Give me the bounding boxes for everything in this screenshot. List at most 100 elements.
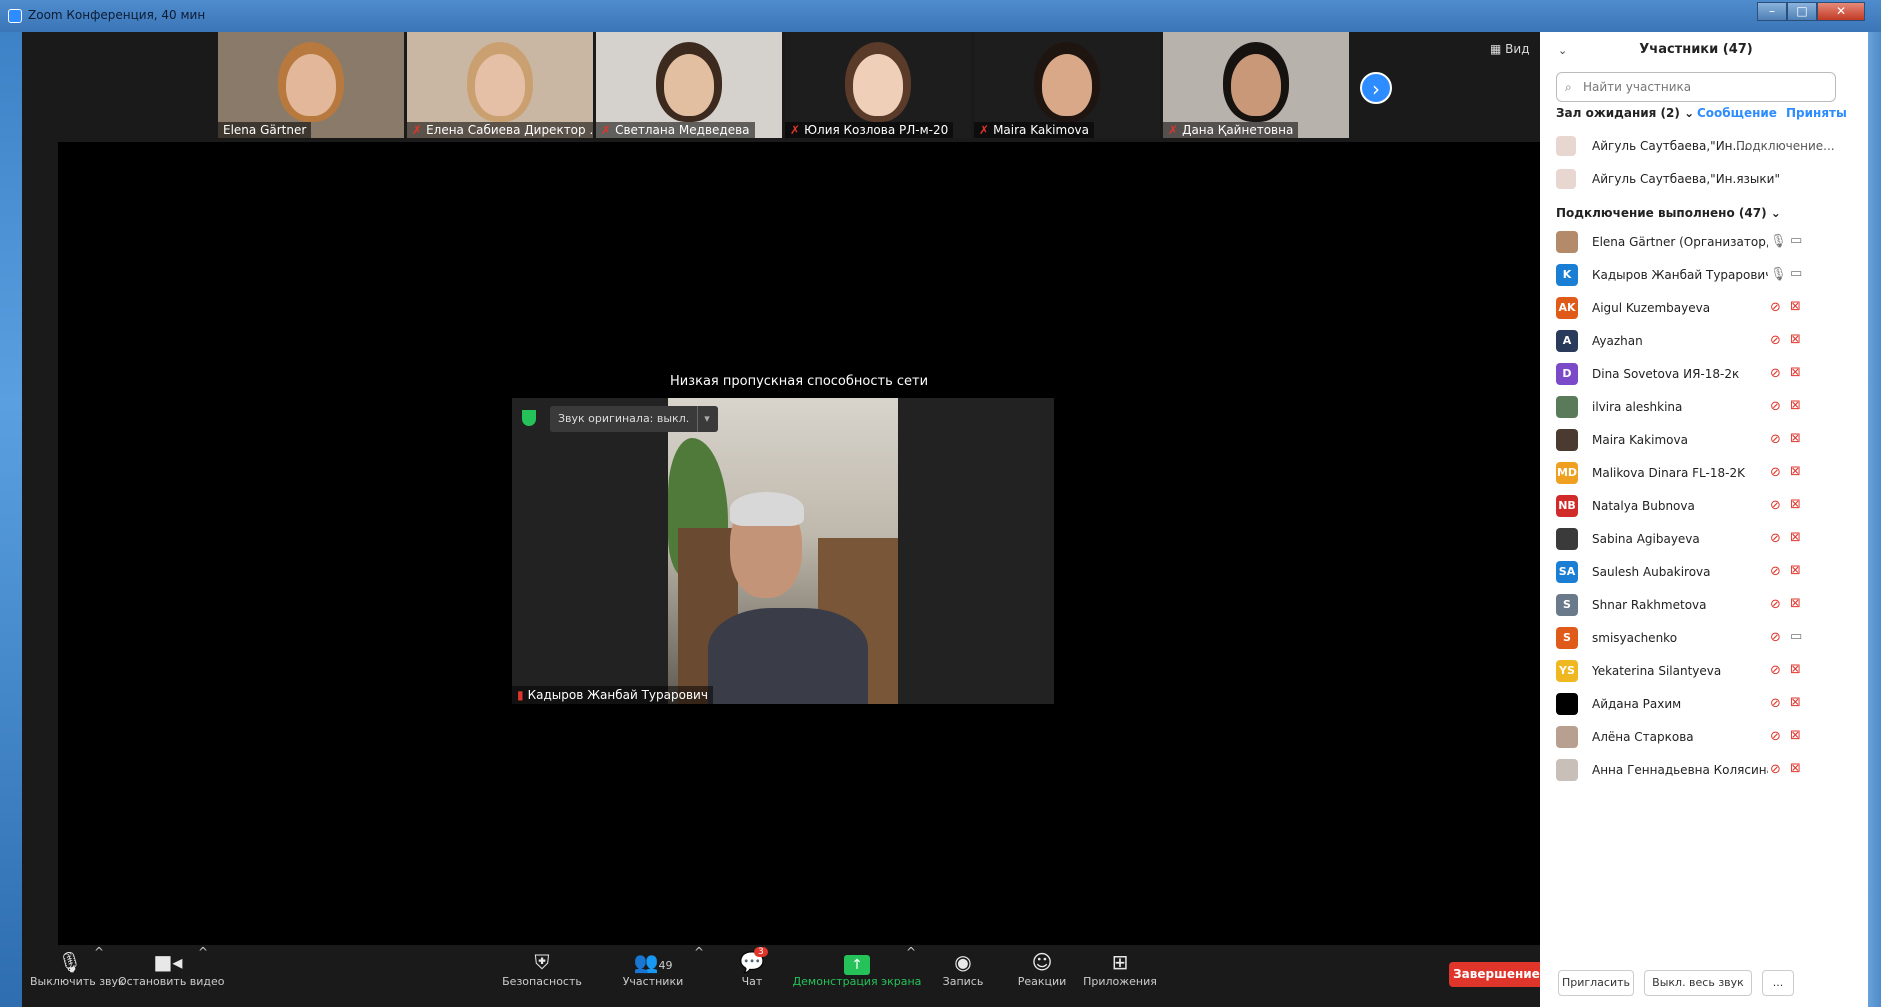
waiting-row[interactable]: Айгуль Саутбаева,"Ин.... Подключение... [1556, 130, 1856, 163]
muted-mic-icon[interactable]: ⊘ [1770, 564, 1781, 579]
share-screen-button[interactable]: ↑ Демонстрация экрана [792, 949, 922, 988]
close-button[interactable]: ✕ [1817, 2, 1865, 21]
chevron-down-icon[interactable]: ⌄ [1684, 106, 1694, 120]
muted-mic-icon[interactable]: ⊘ [1770, 630, 1781, 645]
participant-thumbnail[interactable]: ✗ Дана Қайнетовна [1163, 32, 1349, 138]
share-screen-icon: ↑ [792, 949, 922, 975]
participant-row[interactable]: K Кадыров Жанбай Турарович 🎙 ▭ [1556, 259, 1856, 292]
video-off-icon[interactable]: ⊠ [1790, 398, 1801, 413]
microphone-icon[interactable]: 🎙 [1770, 267, 1787, 282]
muted-mic-icon[interactable]: ⊘ [1770, 663, 1781, 678]
muted-mic-icon: ✗ [601, 123, 612, 137]
participant-row[interactable]: Sabina Agibayeva ⊘ ⊠ [1556, 523, 1856, 556]
muted-mic-icon[interactable]: ⊘ [1770, 432, 1781, 447]
video-off-icon[interactable]: ⊠ [1790, 728, 1801, 743]
reactions-button[interactable]: ☺ Реакции [1012, 949, 1072, 988]
microphone-icon[interactable]: 🎙 [1770, 234, 1787, 249]
connected-header: Подключение выполнено (47) ⌄ [1556, 206, 1781, 220]
next-page-button[interactable]: › [1360, 72, 1392, 104]
maximize-button[interactable]: □ [1787, 2, 1817, 21]
video-off-icon[interactable]: ⊠ [1790, 530, 1801, 545]
share-options-caret[interactable]: ^ [906, 945, 916, 959]
video-off-icon[interactable]: ⊠ [1790, 464, 1801, 479]
muted-mic-icon[interactable]: ⊘ [1770, 729, 1781, 744]
muted-mic-icon[interactable]: ⊘ [1770, 465, 1781, 480]
minimize-button[interactable]: – [1757, 2, 1787, 21]
participants-icon: 👥49 [633, 950, 673, 974]
participant-row[interactable]: NB Natalya Bubnova ⊘ ⊠ [1556, 490, 1856, 523]
participant-row[interactable]: AK Aigul Kuzembayeva ⊘ ⊠ [1556, 292, 1856, 325]
muted-mic-icon[interactable]: ⊘ [1770, 762, 1781, 777]
muted-mic-icon[interactable]: ⊘ [1770, 597, 1781, 612]
muted-mic-icon[interactable]: ⊘ [1770, 399, 1781, 414]
avatar: K [1556, 264, 1578, 286]
grid-icon: ▦ [1490, 42, 1502, 56]
participant-row[interactable]: Elena Gärtner (Организатор, я) 🎙 ▭ [1556, 226, 1856, 259]
participant-row[interactable]: A Ayazhan ⊘ ⊠ [1556, 325, 1856, 358]
chat-button[interactable]: 💬 3 Чат [732, 947, 772, 988]
participant-search-input[interactable]: ⌕ Найти участника [1556, 72, 1836, 102]
chevron-down-icon[interactable]: ⌄ [1771, 206, 1781, 220]
video-off-icon[interactable]: ⊠ [1790, 431, 1801, 446]
record-button[interactable]: ◉ Запись [938, 949, 988, 988]
participant-row[interactable]: D Dina Sovetova ИЯ-18-2к ⊘ ⊠ [1556, 358, 1856, 391]
video-off-icon[interactable]: ⊠ [1790, 497, 1801, 512]
participant-row[interactable]: Алёна Старкова ⊘ ⊠ [1556, 721, 1856, 754]
admit-all-button[interactable]: Приняты [1786, 106, 1847, 120]
participants-button[interactable]: 👥49 Участники [618, 949, 688, 988]
video-off-icon[interactable]: ⊠ [1790, 332, 1801, 347]
window-controls: – □ ✕ [1757, 2, 1865, 22]
participant-thumbnail[interactable]: ✗ Юлия Козлова РЛ-м-20 [785, 32, 971, 138]
muted-mic-icon[interactable]: ⊘ [1770, 531, 1781, 546]
video-options-caret[interactable]: ^ [198, 945, 208, 959]
video-off-icon[interactable]: ⊠ [1790, 695, 1801, 710]
participant-thumbnail[interactable]: ✗ Maira Kakimova [974, 32, 1160, 138]
video-camera-icon[interactable]: ▭ [1790, 266, 1802, 281]
video-off-icon[interactable]: ⊠ [1790, 662, 1801, 677]
video-off-icon[interactable]: ⊠ [1790, 596, 1801, 611]
chevron-down-icon[interactable]: ▾ [697, 406, 710, 432]
participant-row[interactable]: Айдана Рахим ⊘ ⊠ [1556, 688, 1856, 721]
participant-row[interactable]: YS Yekaterina Silantyeva ⊘ ⊠ [1556, 655, 1856, 688]
shield-icon [522, 410, 536, 426]
audio-options-caret[interactable]: ^ [94, 945, 104, 959]
participant-row[interactable]: SA Saulesh Aubakirova ⊘ ⊠ [1556, 556, 1856, 589]
participant-thumbnail[interactable]: ✗ Елена Сабиева Директор ... [407, 32, 593, 138]
video-camera-icon[interactable]: ▭ [1790, 233, 1802, 248]
zoom-window: Elena Gärtner ✗ Елена Сабиева Директор ...… [22, 32, 1868, 1007]
waiting-row[interactable]: Айгуль Саутбаева,"Ин.языки" [1556, 163, 1856, 196]
participant-thumbnail[interactable]: ✗ Светлана Медведева [596, 32, 782, 138]
participant-thumbnail[interactable]: Elena Gärtner [218, 32, 404, 138]
muted-mic-icon[interactable]: ⊘ [1770, 498, 1781, 513]
participant-row[interactable]: Анна Геннадьевна Колясина ⊘ ⊠ [1556, 754, 1856, 787]
muted-mic-icon: ✗ [412, 123, 423, 137]
muted-mic-icon: ✗ [1168, 123, 1179, 137]
muted-mic-icon[interactable]: ⊘ [1770, 366, 1781, 381]
avatar [1556, 231, 1578, 253]
participant-row[interactable]: S Shnar Rakhmetova ⊘ ⊠ [1556, 589, 1856, 622]
muted-mic-icon[interactable]: ⊘ [1770, 333, 1781, 348]
invite-button[interactable]: Пригласить [1558, 970, 1634, 996]
active-speaker-video: Звук оригинала: выкл. ▾ ▮ Кадыров Жанбай … [512, 398, 1054, 704]
original-sound-button[interactable]: Звук оригинала: выкл. ▾ [550, 406, 718, 432]
video-off-icon[interactable]: ⊠ [1790, 563, 1801, 578]
muted-mic-icon[interactable]: ⊘ [1770, 696, 1781, 711]
video-camera-icon[interactable]: ▭ [1790, 629, 1802, 644]
muted-mic-icon[interactable]: ⊘ [1770, 300, 1781, 315]
security-button[interactable]: ⛨ Безопасность [502, 949, 582, 988]
participant-row[interactable]: Maira Kakimova ⊘ ⊠ [1556, 424, 1856, 457]
more-button[interactable]: ... [1762, 970, 1794, 996]
view-button[interactable]: ▦ Вид [1490, 42, 1530, 56]
participants-options-caret[interactable]: ^ [694, 945, 704, 959]
participant-row[interactable]: ilvira aleshkina ⊘ ⊠ [1556, 391, 1856, 424]
video-off-icon[interactable]: ⊠ [1790, 761, 1801, 776]
participant-row[interactable]: MD Malikova Dinara FL-18-2K ⊘ ⊠ [1556, 457, 1856, 490]
participants-panel: ⌄ Участники (47) ⌕ Найти участника Зал о… [1540, 32, 1868, 1007]
apps-button[interactable]: ⊞ Приложения [1082, 949, 1158, 988]
video-off-icon[interactable]: ⊠ [1790, 365, 1801, 380]
participant-row[interactable]: Ssmisyachenko ⊘ ▭ [1556, 622, 1856, 655]
end-meeting-button[interactable]: Завершение [1449, 962, 1544, 987]
mute-all-button[interactable]: Выкл. весь звук [1644, 970, 1752, 996]
video-off-icon[interactable]: ⊠ [1790, 299, 1801, 314]
message-button[interactable]: Сообщение [1697, 106, 1777, 120]
